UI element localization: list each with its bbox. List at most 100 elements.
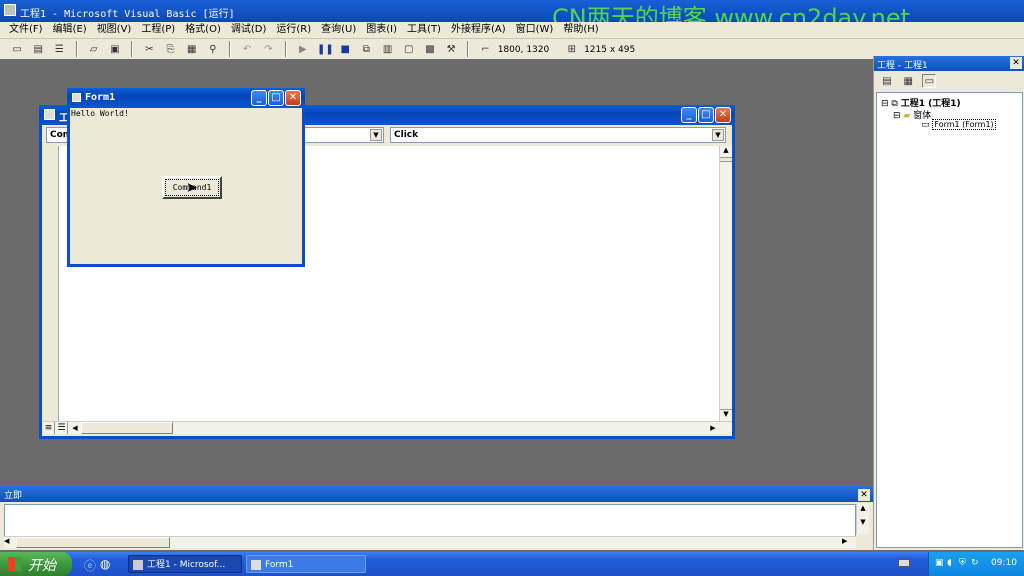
immediate-close-icon[interactable]: ✕ (858, 489, 870, 501)
scroll-right-icon[interactable]: ▶ (707, 422, 719, 434)
taskbar-vb[interactable]: 工程1 - Microsof... (128, 555, 242, 573)
menu-help[interactable]: 帮助(H) (558, 22, 603, 38)
toolbox-icon[interactable]: ⚒ (444, 43, 458, 57)
toolbar-separator (284, 41, 287, 57)
immediate-title-bar[interactable]: 立即 ✕ (0, 486, 873, 502)
menu-debug[interactable]: 调试(D) (226, 22, 272, 38)
scroll-down-icon[interactable]: ▼ (720, 409, 732, 421)
immediate-horizontal-scrollbar[interactable]: ◀ ▶ (4, 536, 856, 548)
form1-window[interactable]: Form1 _ □ ✕ Hello World! Command1 ➤ (67, 88, 305, 267)
scroll-thumb[interactable] (81, 422, 173, 434)
toolbar: ▭ ▤ ☰ ▱ ▣ ✂ ⎘ ▦ ⚲ ↶ ↷ ▶ ❚❚ ■ ⧉ ▥ ▢ ▩ ⚒ ⌐… (0, 39, 1024, 59)
menu-editor-icon[interactable]: ☰ (52, 43, 66, 57)
media-icon[interactable]: ◍ (100, 557, 110, 571)
collapse-icon[interactable]: ⊟ (881, 99, 889, 109)
keyboard-icon[interactable] (898, 559, 910, 567)
maximize-button[interactable]: □ (698, 107, 714, 123)
menu-addins[interactable]: 外接程序(A) (446, 22, 511, 38)
main-title-bar: 工程1 - Microsoft Visual Basic [运行] CN两天的博… (0, 0, 1024, 32)
form1-task-icon (251, 560, 261, 570)
clock[interactable]: 09:10 (991, 558, 1017, 568)
form1-close-button[interactable]: ✕ (285, 90, 301, 106)
toolbar-separator (131, 41, 134, 57)
immediate-vertical-scrollbar[interactable]: ▲ ▼ (856, 504, 869, 534)
break-icon[interactable]: ❚❚ (317, 43, 334, 57)
find-icon[interactable]: ⚲ (206, 43, 220, 57)
start-label: 开始 (28, 558, 56, 574)
menu-run[interactable]: 运行(R) (271, 22, 316, 38)
scroll-down-icon[interactable]: ▼ (857, 518, 869, 526)
form1-icon (72, 93, 81, 102)
project-panel-close-icon[interactable]: ✕ (1010, 57, 1022, 69)
hello-label: Hello World! (71, 109, 129, 118)
tray-update-icon[interactable]: ↻ (971, 558, 979, 568)
tray-network-icon[interactable]: ▣ (935, 558, 944, 568)
save-icon[interactable]: ▣ (108, 43, 122, 57)
scroll-right-icon[interactable]: ▶ (842, 537, 847, 545)
cut-icon[interactable]: ✂ (142, 43, 156, 57)
scroll-up-icon[interactable]: ▲ (857, 504, 869, 512)
collapse-icon[interactable]: ⊟ (893, 111, 901, 121)
form1-title: Form1 (85, 92, 116, 103)
full-module-view-icon[interactable]: ☰ (56, 422, 68, 434)
tray-volume-icon[interactable]: ◖ (947, 558, 952, 568)
scroll-up-icon[interactable]: ▲ (720, 146, 732, 158)
horizontal-scrollbar[interactable]: ≡ ☰ ◀ ▶ (43, 421, 732, 434)
view-object-icon[interactable]: ▦ (901, 75, 915, 89)
scroll-left-icon[interactable]: ◀ (4, 537, 9, 545)
project-panel-title-bar[interactable]: 工程 - 工程1 ✕ (874, 56, 1024, 71)
immediate-window: 立即 ✕ ▲ ▼ ◀ ▶ (0, 486, 873, 550)
procedure-combo[interactable]: Click ▼ (390, 127, 726, 143)
scroll-left-icon[interactable]: ◀ (69, 422, 81, 434)
chevron-down-icon[interactable]: ▼ (370, 129, 382, 141)
taskbar-vb-label: 工程1 - Microsof... (147, 560, 226, 570)
close-button[interactable]: ✕ (715, 107, 731, 123)
end-icon[interactable]: ■ (338, 43, 352, 57)
menu-edit[interactable]: 编辑(E) (48, 22, 92, 38)
object-browser-icon[interactable]: ▩ (423, 43, 437, 57)
form1-title-bar[interactable]: Form1 _ □ ✕ (67, 88, 305, 108)
start-button[interactable]: 开始 (0, 552, 72, 576)
view-code-icon[interactable]: ▤ (880, 75, 894, 89)
menu-view[interactable]: 视图(V) (92, 22, 137, 38)
menu-tools[interactable]: 工具(T) (402, 22, 446, 38)
form1-minimize-button[interactable]: _ (251, 90, 267, 106)
ie-icon[interactable]: ⓔ (84, 557, 96, 574)
project-explorer-icon[interactable]: ⧉ (359, 43, 373, 57)
tree-item-form1[interactable]: ▭ Form1 (Form1) (921, 119, 996, 130)
paste-icon[interactable]: ▦ (185, 43, 199, 57)
menu-project[interactable]: 工程(P) (136, 22, 180, 38)
menu-file[interactable]: 文件(F) (4, 22, 48, 38)
menu-format[interactable]: 格式(O) (180, 22, 226, 38)
form1-maximize-button[interactable]: □ (268, 90, 284, 106)
chevron-down-icon[interactable]: ▼ (712, 129, 724, 141)
add-form-icon[interactable]: ▤ (31, 43, 45, 57)
form-layout-icon[interactable]: ▢ (402, 43, 416, 57)
vertical-scrollbar[interactable]: ▲ ▼ (719, 146, 732, 421)
main-title: 工程1 - Microsoft Visual Basic [运行] (20, 9, 235, 20)
menu-diagram[interactable]: 图表(I) (361, 22, 402, 38)
form-icon: ▭ (921, 120, 930, 130)
copy-icon[interactable]: ⎘ (164, 43, 178, 57)
minimize-button[interactable]: _ (681, 107, 697, 123)
add-project-icon[interactable]: ▭ (10, 43, 24, 57)
properties-icon[interactable]: ▥ (381, 43, 395, 57)
start-icon[interactable]: ▶ (296, 43, 310, 57)
toggle-folders-icon[interactable]: ▭ (922, 74, 937, 88)
splitter-handle[interactable] (720, 158, 732, 162)
project-panel-toolbar: ▤ ▦ ▭ (878, 74, 938, 90)
scroll-thumb[interactable] (16, 537, 170, 548)
size-icon: ⊞ (567, 44, 577, 55)
project-panel: 工程 - 工程1 ✕ ▤ ▦ ▭ ⊟ ⧉ 工程1 (工程1) ⊟ ▰ 窗体 ▭ … (873, 56, 1024, 550)
tray-security-icon[interactable]: ⛨ (959, 558, 966, 568)
project-tree: ⊟ ⧉ 工程1 (工程1) ⊟ ▰ 窗体 ▭ Form1 (Form1) (876, 92, 1023, 548)
undo-icon[interactable]: ↶ (240, 43, 254, 57)
menu-window[interactable]: 窗口(W) (511, 22, 559, 38)
folder-icon: ▰ (903, 111, 911, 121)
redo-icon[interactable]: ↷ (261, 43, 275, 57)
taskbar-form1[interactable]: Form1 (246, 555, 366, 573)
procedure-view-icon[interactable]: ≡ (43, 422, 55, 434)
mouse-cursor-icon: ➤ (186, 180, 198, 196)
menu-query[interactable]: 查询(U) (316, 22, 361, 38)
open-icon[interactable]: ▱ (87, 43, 101, 57)
